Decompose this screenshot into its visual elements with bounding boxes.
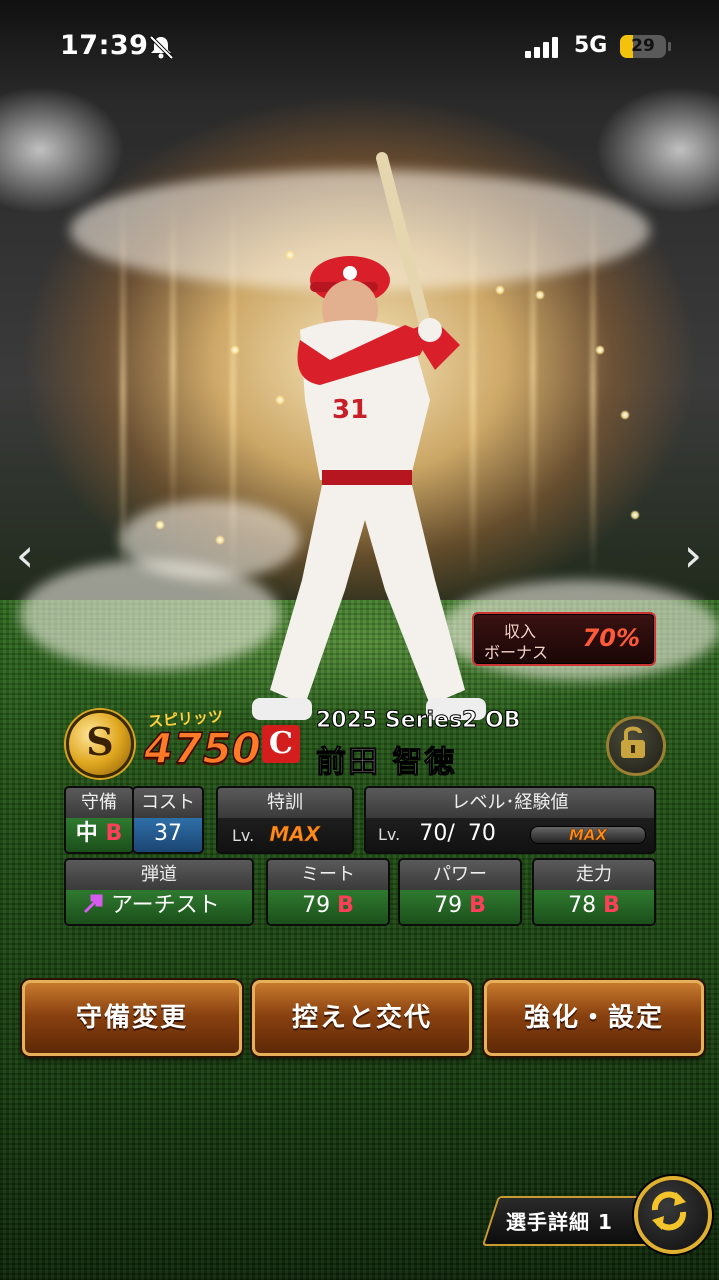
level-panel: レベル･経験値 Lv. 70/ 70 MAX [364,786,656,854]
network-type: 5G [574,33,608,58]
meet-panel: ミート 79 B [266,858,390,926]
player-name: 前田 智徳 [315,745,457,781]
defense-value: 中 B [66,818,132,852]
trajectory-arrow-icon [83,894,103,914]
sparkle [155,520,165,530]
bonus-value: 70% [582,624,640,652]
swap-view-button[interactable] [634,1176,712,1254]
trajectory-value-row: アーチスト [66,890,252,924]
defense-rank: B [105,821,123,846]
power-value: 79 [434,893,463,918]
meet-value: 79 [302,893,331,918]
battery-icon: 29 [620,35,666,58]
rank-coin-icon: S [66,710,134,778]
training-panel: 特訓 Lv. MAX [216,786,354,854]
next-player-arrow-icon[interactable]: › [678,530,708,580]
sparkle [630,510,640,520]
sparkle [620,410,630,420]
refresh-arrows-icon [651,1191,687,1231]
power-value-row: 79 B [400,890,520,924]
training-max: MAX [269,822,321,847]
defense-label: 守備 [66,788,132,818]
enhance-settings-button[interactable]: 強化・設定 [484,980,704,1056]
team-logo-icon: C [262,725,300,763]
level-current: 70/ [419,821,455,846]
meet-label: ミート [268,860,388,890]
cost-panel: コスト 37 [132,786,204,854]
signal-icon [525,36,561,58]
bench-swap-button[interactable]: 控えと交代 [252,980,472,1056]
cost-value: 37 [134,818,202,852]
speed-label: 走力 [534,860,654,890]
player-series: 2025 Series2 OB [316,708,521,734]
level-value: Lv. 70/ 70 MAX [366,818,654,852]
rank-letter: S [86,719,114,764]
training-value: Lv. MAX [218,818,352,852]
defense-panel: 守備 中 B [64,786,134,854]
battery-level: 29 [631,36,655,56]
exp-bar-max: MAX [568,826,608,844]
level-max: 70 [467,821,496,846]
trajectory-panel: 弾道 アーチスト [64,858,254,926]
trajectory-value: アーチスト [111,893,220,918]
trajectory-label: 弾道 [66,860,252,890]
background-stage: 31 17:39 5G 29 ‹ › 収入 ボーナス 70% S スピリッツ 4… [0,0,719,1280]
power-panel: パワー 79 B [398,858,522,926]
training-lv: Lv. [232,826,255,845]
status-bar: 17:39 5G 29 [0,0,719,95]
cost-label: コスト [134,788,202,818]
player-detail-label[interactable]: 選手詳細 1 [506,1206,613,1235]
svg-text:31: 31 [332,395,368,425]
player-image: 31 [252,152,486,720]
speed-rank: B [603,893,620,918]
spirit-value: 4750 [143,723,261,774]
status-time: 17:39 [60,30,149,61]
unlock-icon [621,726,645,758]
sparkle [215,535,225,545]
prev-player-arrow-icon[interactable]: ‹ [10,530,40,580]
bell-muted-icon [149,35,174,60]
lock-toggle-button[interactable] [606,716,666,776]
level-lv: Lv. [378,825,401,844]
team-logo-letter: C [269,726,293,761]
sparkle [535,290,545,300]
bonus-label-line2: ボーナス [484,643,549,662]
defense-change-button[interactable]: 守備変更 [22,980,242,1056]
speed-value: 78 [568,893,597,918]
level-label: レベル･経験値 [366,788,654,818]
power-rank: B [469,893,486,918]
meet-rank: B [337,893,354,918]
speed-value-row: 78 B [534,890,654,924]
training-label: 特訓 [218,788,352,818]
exp-bar: MAX [530,826,646,844]
defense-position: 中 [75,821,98,846]
sparkle [595,345,605,355]
speed-panel: 走力 78 B [532,858,656,926]
battery-tip [668,42,671,51]
meet-value-row: 79 B [268,890,388,924]
power-label: パワー [400,860,520,890]
income-bonus-badge: 収入 ボーナス 70% [472,612,656,666]
